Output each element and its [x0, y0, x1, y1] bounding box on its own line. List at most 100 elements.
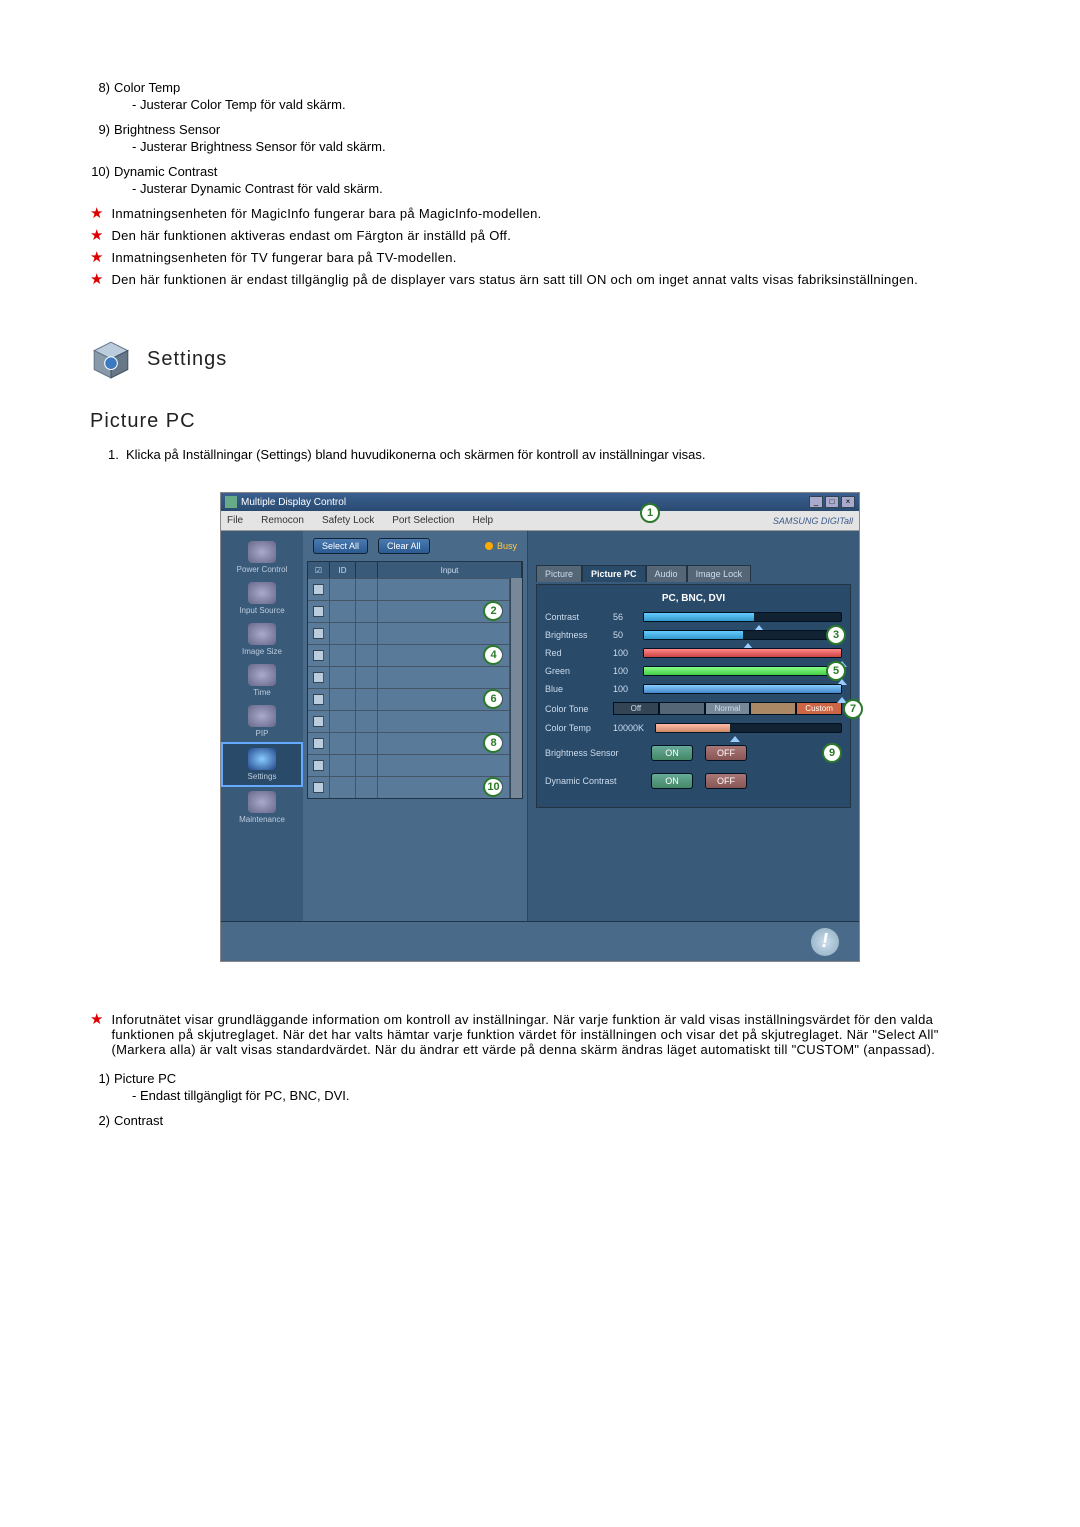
callout-8: 8 [483, 733, 503, 753]
tab-bar: Picture Picture PC Audio Image Lock [536, 565, 851, 582]
row-checkbox[interactable] [313, 672, 324, 683]
brightness-sensor-off[interactable]: OFF [705, 745, 747, 761]
green-slider[interactable] [643, 666, 842, 676]
section-title: Picture PC [90, 410, 990, 433]
sidebar-item-settings[interactable]: Settings [221, 742, 303, 787]
table-row[interactable] [308, 578, 510, 600]
tab-picture[interactable]: Picture [536, 565, 582, 582]
note-list: ★Inmatningsenheten för MagicInfo fungera… [90, 206, 990, 288]
sidebar-item-time[interactable]: Time [221, 660, 303, 701]
row-checkbox[interactable] [313, 738, 324, 749]
sidebar-item-power-control[interactable]: Power Control [221, 537, 303, 578]
item-num: 9) [90, 122, 114, 137]
minimize-button[interactable]: _ [809, 496, 823, 508]
table-row[interactable] [308, 622, 510, 644]
close-button[interactable]: × [841, 496, 855, 508]
callout-6: 6 [483, 689, 503, 709]
col-id: ID [330, 562, 356, 578]
busy-dot-icon [485, 542, 493, 550]
color-tone-scale[interactable]: Off Normal Custom [613, 702, 842, 715]
tab-image-lock[interactable]: Image Lock [687, 565, 752, 582]
dynamic-contrast-label: Dynamic Contrast [545, 776, 645, 786]
item-label: Color Temp [114, 80, 990, 95]
brightness-sensor-label: Brightness Sensor [545, 748, 645, 758]
intro-step: 1. Klicka på Inställningar (Settings) bl… [108, 447, 990, 462]
table-row[interactable]: 6 [308, 688, 510, 710]
tone-custom[interactable]: Custom [796, 702, 842, 715]
numbered-list-bottom: 1)Picture PC - Endast tillgängligt för P… [90, 1071, 990, 1128]
sidebar: Power Control Input Source Image Size Ti… [221, 531, 303, 921]
table-row[interactable]: 2 [308, 600, 510, 622]
callout-4: 4 [483, 645, 503, 665]
color-temp-slider[interactable] [655, 723, 842, 733]
pane-title: PC, BNC, DVI [545, 593, 842, 604]
blue-label: Blue [545, 684, 613, 694]
table-row[interactable]: 8 [308, 732, 510, 754]
callout-5: 5 [826, 661, 846, 681]
row-checkbox[interactable] [313, 606, 324, 617]
dynamic-contrast-on[interactable]: ON [651, 773, 693, 789]
grid-scrollbar[interactable] [510, 578, 522, 798]
clear-all-button[interactable]: Clear All [378, 538, 430, 554]
select-all-button[interactable]: Select All [313, 538, 368, 554]
brightness-slider[interactable] [643, 630, 842, 640]
row-checkbox[interactable] [313, 650, 324, 661]
table-row[interactable] [308, 666, 510, 688]
tone-off[interactable]: Off [613, 702, 659, 715]
star-icon: ★ [90, 272, 103, 288]
note-text: Den här funktionen aktiveras endast om F… [111, 228, 990, 243]
item-desc: - Endast tillgängligt för PC, BNC, DVI. [132, 1088, 990, 1103]
note-text: Inmatningsenheten för TV fungerar bara p… [111, 250, 990, 265]
item-desc: - Justerar Brightness Sensor för vald sk… [132, 139, 990, 154]
row-checkbox[interactable] [313, 694, 324, 705]
row-checkbox[interactable] [313, 760, 324, 771]
tab-audio[interactable]: Audio [646, 565, 687, 582]
menu-remocon[interactable]: Remocon [261, 515, 304, 526]
step-text: Klicka på Inställningar (Settings) bland… [126, 447, 990, 462]
sidebar-item-image-size[interactable]: Image Size [221, 619, 303, 660]
tab-picture-pc[interactable]: Picture PC [582, 565, 646, 582]
sidebar-item-maintenance[interactable]: Maintenance [221, 787, 303, 828]
display-grid: ☑ ID Input 2 4 6 8 [307, 561, 523, 799]
color-temp-label: Color Temp [545, 723, 613, 733]
note-text: Inforutnätet visar grundläggande informa… [111, 1012, 990, 1057]
red-slider[interactable] [643, 648, 842, 658]
callout-3: 3 [826, 625, 846, 645]
sidebar-item-pip[interactable]: PIP [221, 701, 303, 742]
table-row[interactable]: 10 [308, 776, 510, 798]
row-checkbox[interactable] [313, 716, 324, 727]
row-checkbox[interactable] [313, 782, 324, 793]
dynamic-contrast-off[interactable]: OFF [705, 773, 747, 789]
menu-file[interactable]: File [227, 515, 243, 526]
app-icon [225, 496, 237, 508]
color-temp-value: 10000K [613, 723, 655, 733]
window-title: Multiple Display Control [241, 497, 346, 508]
info-icon: ! [811, 928, 839, 956]
sidebar-item-input-source[interactable]: Input Source [221, 578, 303, 619]
contrast-slider[interactable] [643, 612, 842, 622]
app-screenshot: Multiple Display Control _ □ × File Remo… [220, 492, 860, 962]
blue-slider[interactable] [643, 684, 842, 694]
maximize-button[interactable]: □ [825, 496, 839, 508]
blue-value: 100 [613, 684, 643, 694]
row-checkbox[interactable] [313, 628, 324, 639]
table-row[interactable]: 4 [308, 644, 510, 666]
brightness-sensor-on[interactable]: ON [651, 745, 693, 761]
menu-port-selection[interactable]: Port Selection [392, 515, 454, 526]
table-row[interactable] [308, 754, 510, 776]
star-icon: ★ [90, 1012, 103, 1028]
busy-indicator: Busy [485, 541, 517, 551]
star-icon: ★ [90, 206, 103, 222]
tone-normal[interactable]: Normal [705, 702, 751, 715]
display-list-pane: Select All Clear All Busy ☑ ID Input 2 4 [303, 531, 528, 921]
callout-10: 10 [483, 777, 503, 797]
settings-title: Settings [147, 348, 227, 371]
menu-help[interactable]: Help [472, 515, 493, 526]
red-value: 100 [613, 648, 643, 658]
contrast-value: 56 [613, 612, 643, 622]
table-row[interactable] [308, 710, 510, 732]
item-label: Brightness Sensor [114, 122, 990, 137]
menu-safety-lock[interactable]: Safety Lock [322, 515, 374, 526]
item-desc: - Justerar Dynamic Contrast för vald skä… [132, 181, 990, 196]
row-checkbox[interactable] [313, 584, 324, 595]
